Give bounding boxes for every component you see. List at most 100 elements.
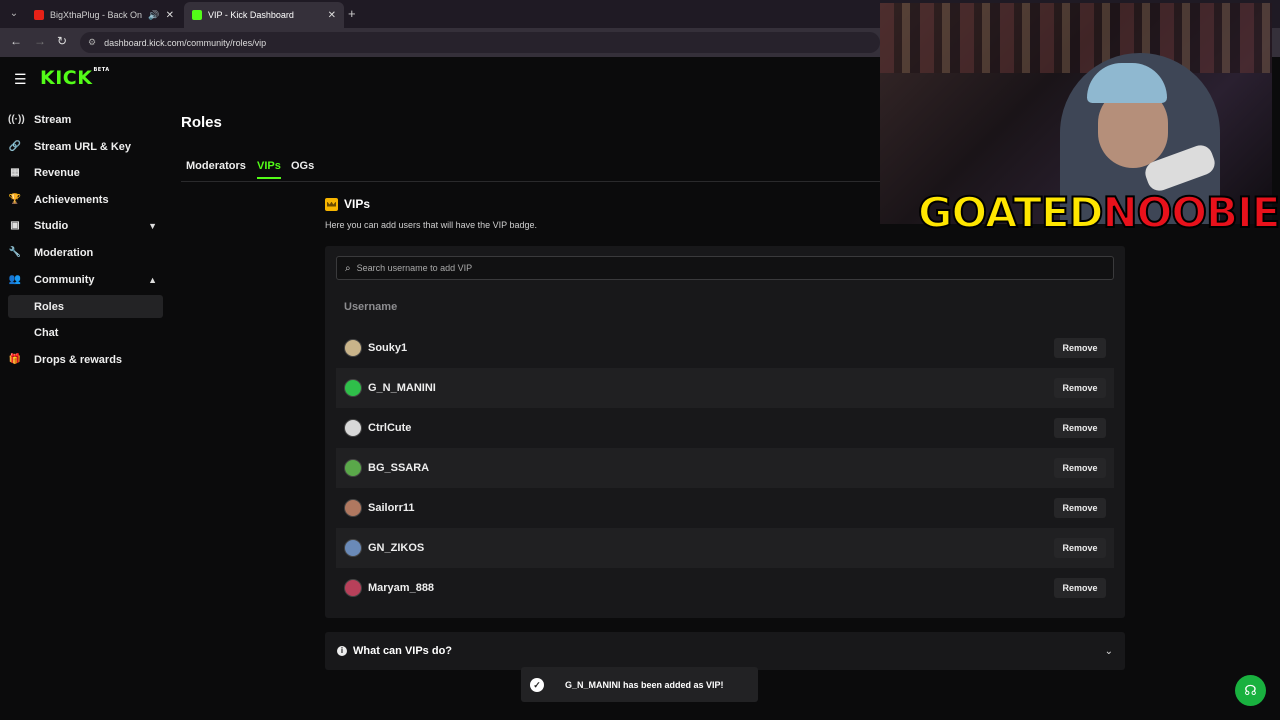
chevron-down-icon[interactable]: ⌄	[1105, 646, 1113, 657]
hamburger-menu-icon[interactable]: ☰	[14, 71, 27, 88]
remove-button[interactable]: Remove	[1054, 458, 1106, 478]
sidebar-item-label: Achievements	[34, 193, 109, 206]
avatar	[344, 339, 362, 357]
avatar	[344, 499, 362, 517]
remove-button[interactable]: Remove	[1054, 338, 1106, 358]
logo-text: KICK	[40, 67, 93, 89]
beta-badge: BETA	[93, 67, 110, 73]
youtube-icon	[34, 10, 44, 20]
username-column-header: Username	[344, 301, 398, 313]
sidebar-item-label: Drops & rewards	[34, 353, 123, 366]
success-toast: ✓ G_N_MANINI has been added as VIP!	[521, 667, 758, 702]
username: BG_SSARA	[368, 462, 430, 474]
tab-ogs[interactable]: OGs	[291, 160, 314, 172]
search-icon: ⌕	[345, 262, 351, 274]
close-tab-icon[interactable]: ✕	[328, 10, 336, 21]
tab-title: VIP - Kick Dashboard	[208, 10, 294, 20]
table-row: GN_ZIKOS Remove	[336, 528, 1114, 568]
checkmark-icon: ✓	[530, 677, 544, 692]
table-row: Sailorr11 Remove	[336, 488, 1114, 528]
search-box[interactable]: ⌕	[336, 256, 1114, 280]
sidebar-item-label: Revenue	[34, 166, 80, 179]
username: GN_ZIKOS	[368, 542, 425, 554]
url-text: dashboard.kick.com/community/roles/vip	[104, 37, 267, 48]
close-tab-icon[interactable]: ✕	[166, 10, 174, 21]
table-row: Maryam_888 Remove	[336, 568, 1114, 608]
chevron-up-icon[interactable]: ▲	[148, 275, 157, 285]
brand-text-left: GOATED	[917, 187, 1104, 238]
link-icon: 🔗	[8, 141, 22, 152]
new-tab-button[interactable]: +	[348, 6, 356, 21]
gift-icon: 🎁	[8, 354, 22, 365]
table-row: G_N_MANINI Remove	[336, 368, 1114, 408]
remove-button[interactable]: Remove	[1054, 538, 1106, 558]
broadcast-icon: ((·))	[8, 114, 25, 125]
chart-icon: ▦	[10, 167, 20, 178]
avatar	[344, 459, 362, 477]
sidebar-item-stream[interactable]: ((·)) Stream	[8, 108, 163, 131]
site-info-icon[interactable]: ⚙	[88, 37, 96, 48]
headset-icon: ☊	[1244, 682, 1257, 698]
username: Sailorr11	[368, 502, 415, 514]
remove-button[interactable]: Remove	[1054, 418, 1106, 438]
table-row: CtrlCute Remove	[336, 408, 1114, 448]
tab-title: BigXthaPlug - Back On My	[50, 10, 144, 20]
avatar	[344, 579, 362, 597]
remove-button[interactable]: Remove	[1054, 578, 1106, 598]
table-row: Souky1 Remove	[336, 328, 1114, 368]
background-shelf	[880, 3, 1272, 73]
wrench-icon: 🔧	[8, 247, 22, 258]
sidebar-item-label: Stream	[34, 113, 72, 126]
chevron-down-icon[interactable]: ▼	[148, 221, 157, 231]
section-title: VIPs	[344, 197, 371, 211]
username: G_N_MANINI	[368, 382, 436, 394]
reload-icon[interactable]: ↻	[57, 34, 67, 48]
sidebar-item-studio[interactable]: ▣ Studio ▼	[8, 214, 163, 237]
remove-button[interactable]: Remove	[1054, 498, 1106, 518]
kick-favicon-icon	[192, 10, 202, 20]
url-field[interactable]: ⚙ dashboard.kick.com/community/roles/vip	[80, 32, 880, 53]
trophy-icon: 🏆	[8, 194, 22, 205]
remove-button[interactable]: Remove	[1054, 378, 1106, 398]
sidebar-item-drops-rewards[interactable]: 🎁 Drops & rewards	[8, 348, 163, 371]
vip-list-card: ⌕ Username Souky1 Remove G_N_MANINI Remo…	[325, 246, 1125, 618]
section-description: Here you can add users that will have th…	[325, 220, 537, 230]
page-title: Roles	[181, 114, 222, 131]
sidebar-item-chat[interactable]: Chat	[8, 321, 163, 344]
tab-moderators[interactable]: Moderators	[186, 160, 246, 172]
username: Maryam_888	[368, 582, 435, 594]
search-input[interactable]	[356, 263, 1057, 273]
streamer-brand-logo: GOATEDNOOBIE	[917, 187, 1280, 238]
back-arrow-icon[interactable]: ←	[10, 34, 22, 48]
sidebar-item-achievements[interactable]: 🏆 Achievements	[8, 188, 163, 211]
sidebar-item-label: Moderation	[34, 246, 94, 259]
sidebar-item-stream-url-key[interactable]: 🔗 Stream URL & Key	[8, 135, 163, 158]
avatar	[344, 379, 362, 397]
sidebar-item-moderation[interactable]: 🔧 Moderation	[8, 241, 163, 264]
users-icon: 👥	[8, 274, 22, 285]
sidebar-item-label: Chat	[34, 326, 59, 339]
vips-section-header: VIPs	[325, 197, 370, 211]
tab-vips[interactable]: VIPs	[257, 160, 281, 179]
brand-text-right: NOOBIE	[1102, 187, 1280, 238]
crown-icon	[325, 197, 338, 211]
avatar	[344, 419, 362, 437]
sidebar-item-roles[interactable]: Roles	[8, 295, 163, 318]
vip-faq-accordion[interactable]: i What can VIPs do? ⌄	[325, 632, 1125, 670]
sidebar-item-revenue[interactable]: ▦ Revenue	[8, 161, 163, 184]
toast-message: G_N_MANINI has been added as VIP!	[565, 679, 724, 690]
sidebar-item-community[interactable]: 👥 Community ▲	[8, 268, 163, 291]
avatar	[344, 539, 362, 557]
kick-logo[interactable]: KICKBETA	[40, 67, 110, 89]
sidebar-item-label: Stream URL & Key	[34, 140, 131, 153]
speaker-icon[interactable]: 🔊	[148, 10, 159, 21]
studio-icon: ▣	[10, 220, 20, 231]
forward-arrow-icon[interactable]: →	[34, 34, 46, 48]
username: CtrlCute	[368, 422, 412, 434]
sidebar-item-label: Community	[34, 273, 95, 286]
tab-search-icon[interactable]: ⌄	[6, 6, 22, 22]
help-chat-button[interactable]: ☊	[1235, 675, 1266, 706]
faq-title: What can VIPs do?	[353, 645, 453, 657]
browser-tab-kick[interactable]: VIP - Kick Dashboard ✕	[184, 2, 344, 28]
browser-tab-youtube[interactable]: BigXthaPlug - Back On My 🔊 ✕	[26, 2, 182, 28]
